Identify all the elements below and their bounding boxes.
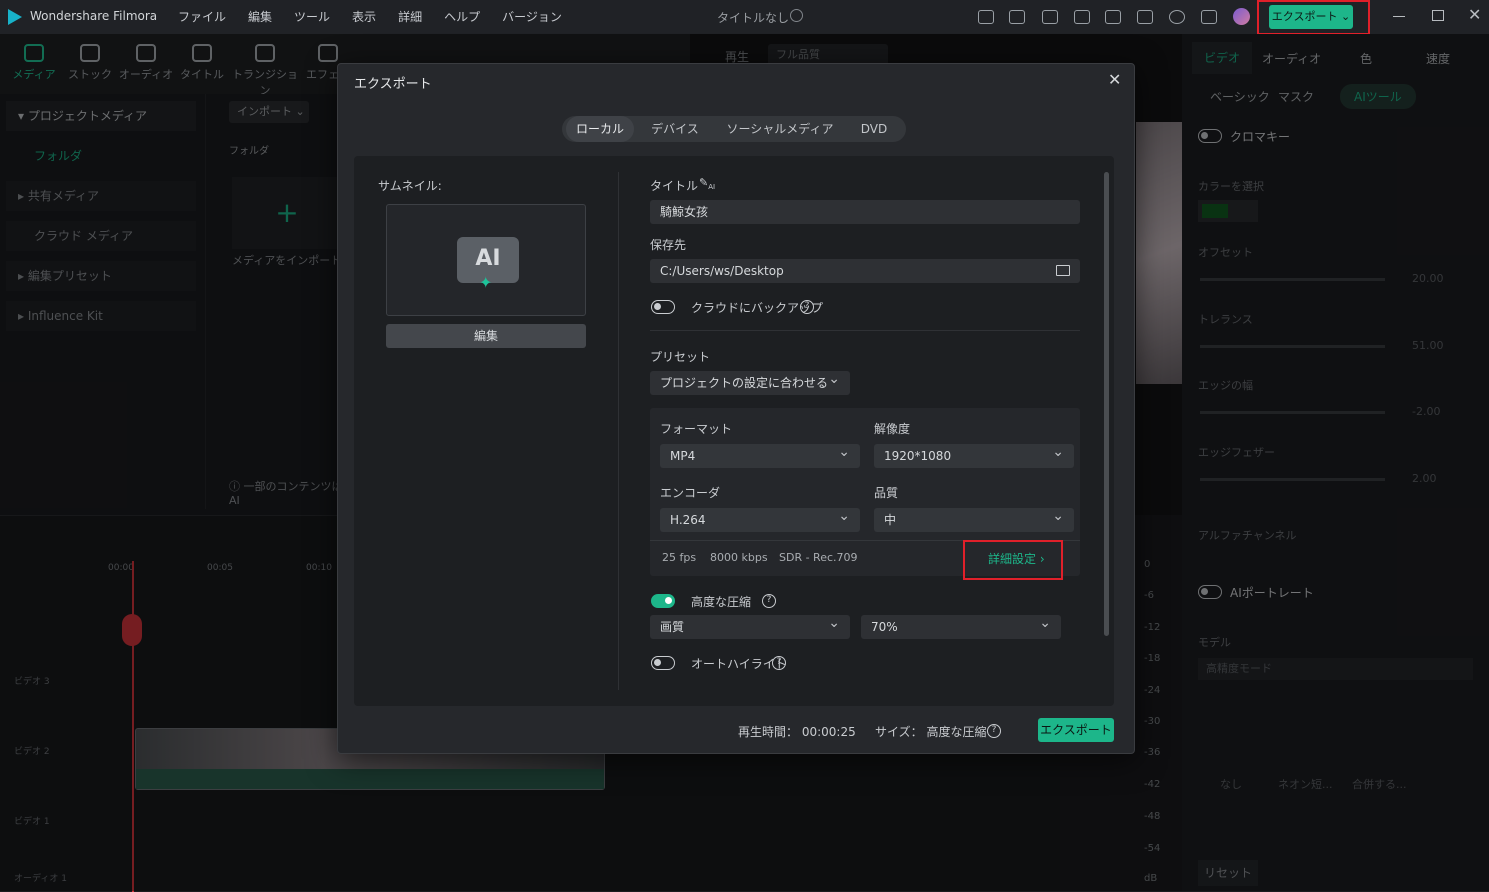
dialog-close-icon[interactable]: ✕ bbox=[1108, 70, 1121, 89]
export-settings-area: サムネイル: AI ✦ 編集 タイトル ✎AI 騎鯨女孩 保存先 C:/Users… bbox=[354, 156, 1114, 706]
preset-select[interactable]: プロジェクトの設定に合わせる bbox=[650, 367, 850, 395]
menu-edit[interactable]: 編集 bbox=[248, 10, 272, 24]
fps-info: 25 fps bbox=[662, 551, 697, 564]
menu-view[interactable]: 表示 bbox=[352, 10, 376, 24]
format-select[interactable]: MP4 bbox=[660, 440, 860, 468]
advanced-compress-help-icon[interactable]: ? bbox=[762, 594, 776, 608]
scrollbar[interactable] bbox=[1104, 172, 1109, 636]
layout-icon[interactable] bbox=[1074, 10, 1090, 24]
size-label: サイズ： 高度な圧縮 bbox=[875, 725, 987, 739]
send-icon[interactable] bbox=[1009, 10, 1025, 24]
encoder-label: エンコーダ bbox=[660, 486, 721, 500]
grid-icon[interactable] bbox=[1201, 10, 1217, 24]
menu-help[interactable]: ヘルプ bbox=[444, 10, 480, 24]
cloud-icon[interactable] bbox=[1137, 10, 1153, 24]
tab-dvd[interactable]: DVD bbox=[846, 116, 902, 142]
tab-social[interactable]: ソーシャルメディア bbox=[720, 116, 840, 142]
export-dialog: エクスポート ✕ ローカル デバイス ソーシャルメディア DVD サムネイル: … bbox=[337, 63, 1135, 754]
menu-version[interactable]: バージョン bbox=[502, 10, 562, 24]
folder-icon[interactable] bbox=[1056, 265, 1070, 276]
preset-label: プリセット bbox=[650, 350, 711, 364]
resolution-label: 解像度 bbox=[874, 422, 911, 436]
tab-local[interactable]: ローカル bbox=[566, 116, 634, 142]
menu-file[interactable]: ファイル bbox=[178, 10, 226, 24]
menu-tools[interactable]: ツール bbox=[294, 10, 330, 24]
quality-label: 品質 bbox=[874, 486, 899, 500]
avatar[interactable] bbox=[1233, 8, 1250, 25]
advanced-compress-label: 高度な圧縮 bbox=[691, 595, 752, 609]
size-help-icon[interactable]: ? bbox=[987, 724, 1001, 738]
save-icon[interactable] bbox=[1105, 10, 1121, 24]
ai-title-icon[interactable]: ✎AI bbox=[699, 176, 715, 191]
menu-advanced[interactable]: 詳細 bbox=[398, 10, 422, 24]
divider-horizontal bbox=[650, 330, 1080, 331]
compress-mode-select[interactable]: 画質 bbox=[650, 611, 850, 639]
gift-icon[interactable] bbox=[978, 10, 994, 24]
thumbnail-edit-button[interactable]: 編集 bbox=[386, 324, 586, 348]
quality-select[interactable]: 中 bbox=[874, 504, 1074, 532]
minimize-icon[interactable] bbox=[1393, 16, 1405, 17]
headset-icon[interactable] bbox=[1169, 10, 1185, 24]
title-bar: Wondershare Filmora ファイル 編集 ツール 表示 詳細 ヘルプ バージョ… bbox=[0, 0, 1489, 35]
title-label: タイトル bbox=[650, 179, 699, 193]
title-input[interactable]: 騎鯨女孩 bbox=[650, 200, 1080, 224]
highlight-box-top bbox=[1257, 0, 1370, 35]
cloud-backup-toggle[interactable] bbox=[651, 300, 675, 314]
feedback-icon[interactable] bbox=[1042, 10, 1058, 24]
highlight-box-advanced bbox=[963, 540, 1063, 580]
format-label: フォーマット bbox=[660, 422, 733, 436]
auto-highlight-help-icon[interactable]: ? bbox=[772, 656, 786, 670]
tab-device[interactable]: デバイス bbox=[638, 116, 712, 142]
thumbnail-label: サムネイル: bbox=[378, 179, 442, 193]
encoder-select[interactable]: H.264 bbox=[660, 504, 860, 532]
bitrate-info: 8000 kbps bbox=[710, 551, 768, 564]
app-logo-icon bbox=[8, 9, 22, 25]
compress-level-select[interactable]: 70% bbox=[861, 611, 1061, 639]
export-button[interactable]: エクスポート bbox=[1038, 718, 1114, 742]
save-location-input[interactable]: C:/Users/ws/Desktop bbox=[650, 259, 1080, 283]
maximize-icon[interactable] bbox=[1432, 10, 1444, 21]
menu-bar: ファイル 編集 ツール 表示 詳細 ヘルプ バージョン bbox=[178, 8, 584, 25]
advanced-compress-toggle[interactable] bbox=[651, 594, 675, 608]
close-window-icon[interactable]: ✕ bbox=[1468, 5, 1481, 24]
divider-vertical bbox=[618, 172, 619, 690]
resolution-select[interactable]: 1920*1080 bbox=[874, 440, 1074, 468]
app-name: Wondershare Filmora bbox=[30, 9, 158, 23]
check-icon bbox=[790, 9, 803, 22]
cloud-backup-help-icon[interactable]: ? bbox=[800, 300, 814, 314]
thumbnail-box[interactable]: AI ✦ bbox=[386, 204, 586, 316]
save-location-label: 保存先 bbox=[650, 238, 687, 252]
hdr-info: SDR - Rec.709 bbox=[779, 551, 858, 564]
export-tabs: ローカル デバイス ソーシャルメディア DVD bbox=[562, 116, 906, 142]
duration-label: 再生時間： 00:00:25 bbox=[738, 725, 856, 739]
project-title: タイトルなし bbox=[717, 11, 790, 25]
dialog-title: エクスポート bbox=[354, 77, 432, 92]
auto-highlight-toggle[interactable] bbox=[651, 656, 675, 670]
ai-thumbnail-icon: AI ✦ bbox=[457, 237, 519, 292]
